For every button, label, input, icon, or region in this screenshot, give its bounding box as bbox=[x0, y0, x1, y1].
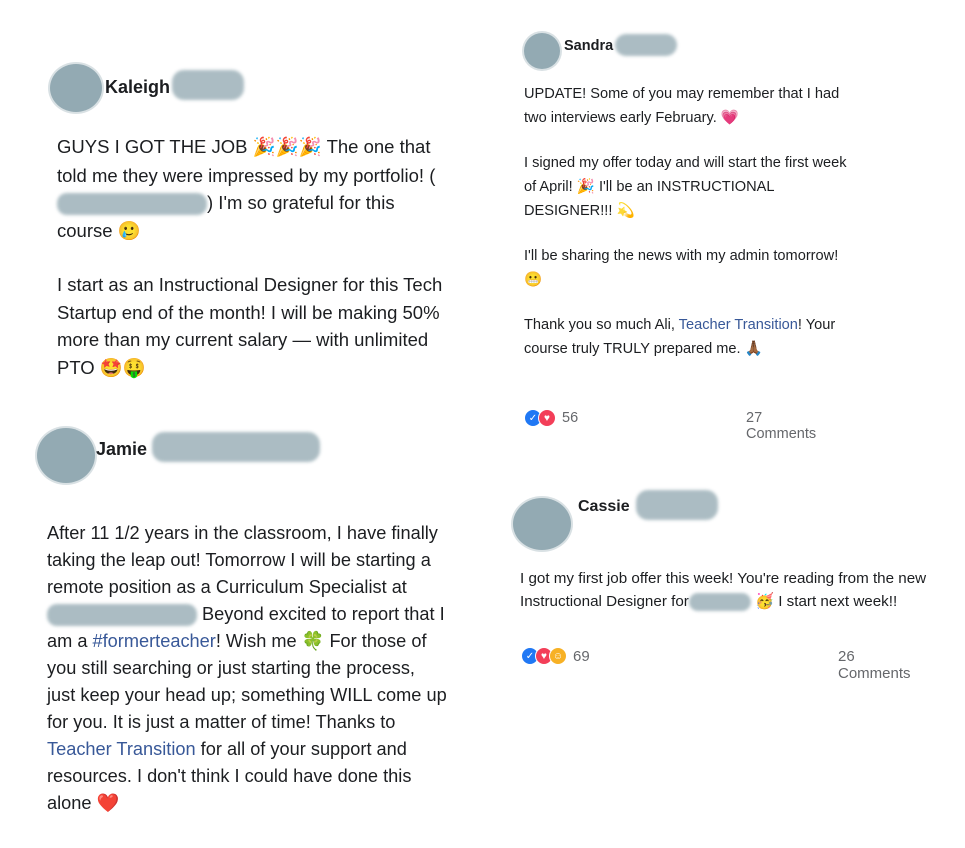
post-text: I'll be sharing the news with my admin t… bbox=[524, 248, 839, 264]
party-icon: 🎉🎉🎉 bbox=[252, 137, 322, 158]
reactions-bar[interactable]: ✓ ♥ 56 bbox=[524, 409, 578, 427]
reactions-bar[interactable]: ✓ ♥ ☺ 69 bbox=[521, 647, 590, 665]
redacted-surname bbox=[636, 490, 718, 520]
avatar[interactable] bbox=[513, 498, 571, 550]
post-text: ! Wish me bbox=[215, 631, 302, 651]
avatar[interactable] bbox=[524, 33, 560, 69]
post-text: I start next week!! bbox=[773, 593, 898, 610]
avatar[interactable] bbox=[50, 64, 102, 112]
teacher-transition-link[interactable]: Teacher Transition bbox=[679, 317, 798, 333]
redacted-surname bbox=[172, 70, 244, 100]
redacted-text bbox=[688, 592, 751, 611]
author-name[interactable]: Sandra bbox=[564, 38, 613, 54]
clover-icon: 🍀 bbox=[301, 631, 325, 652]
redacted-text bbox=[57, 193, 207, 216]
reaction-count: 56 bbox=[562, 410, 579, 426]
star-struck-icon: 🤩🤑 bbox=[99, 357, 146, 379]
post-text: UPDATE! Some of you may remember that I … bbox=[524, 86, 840, 126]
party-icon: 🎉 bbox=[576, 178, 595, 195]
post-body: UPDATE! Some of you may remember that I … bbox=[524, 83, 854, 361]
love-icon: ♥ bbox=[538, 409, 556, 427]
pink-heart-icon: 💗 bbox=[720, 109, 739, 126]
comments-link[interactable]: 27 Comments bbox=[746, 410, 816, 442]
hashtag-link[interactable]: #formerteacher bbox=[93, 631, 216, 651]
party-face-icon: 🥳 bbox=[755, 592, 774, 610]
heart-icon: ❤️ bbox=[96, 793, 120, 814]
post-text: Thank you so much Ali, bbox=[524, 317, 679, 333]
teacher-transition-link[interactable]: Teacher Transition bbox=[47, 739, 196, 759]
care-icon: ☺ bbox=[549, 647, 567, 665]
comments-link[interactable]: 26 Comments bbox=[838, 648, 911, 682]
grimace-icon: 😬 bbox=[524, 271, 543, 288]
dizzy-icon: 💫 bbox=[616, 202, 635, 219]
tearful-smile-icon: 🥲 bbox=[117, 220, 141, 242]
author-name[interactable]: Cassie bbox=[578, 498, 630, 516]
redacted-surname bbox=[615, 34, 677, 56]
redacted-surname bbox=[152, 432, 320, 462]
author-name[interactable]: Jamie bbox=[96, 439, 147, 460]
post-text: GUYS I GOT THE JOB bbox=[57, 136, 253, 157]
author-name[interactable]: Kaleigh bbox=[105, 77, 170, 98]
post-body: GUYS I GOT THE JOB 🎉🎉🎉 The one that told… bbox=[57, 133, 447, 382]
avatar[interactable] bbox=[37, 428, 95, 483]
praying-hands-icon: 🙏🏾 bbox=[744, 340, 763, 357]
reaction-count: 69 bbox=[573, 647, 590, 665]
post-text: After 11 1/2 years in the classroom, I h… bbox=[47, 523, 438, 597]
redacted-text bbox=[47, 604, 197, 627]
post-body: I got my first job offer this week! You'… bbox=[520, 568, 940, 613]
post-body: After 11 1/2 years in the classroom, I h… bbox=[47, 520, 447, 817]
